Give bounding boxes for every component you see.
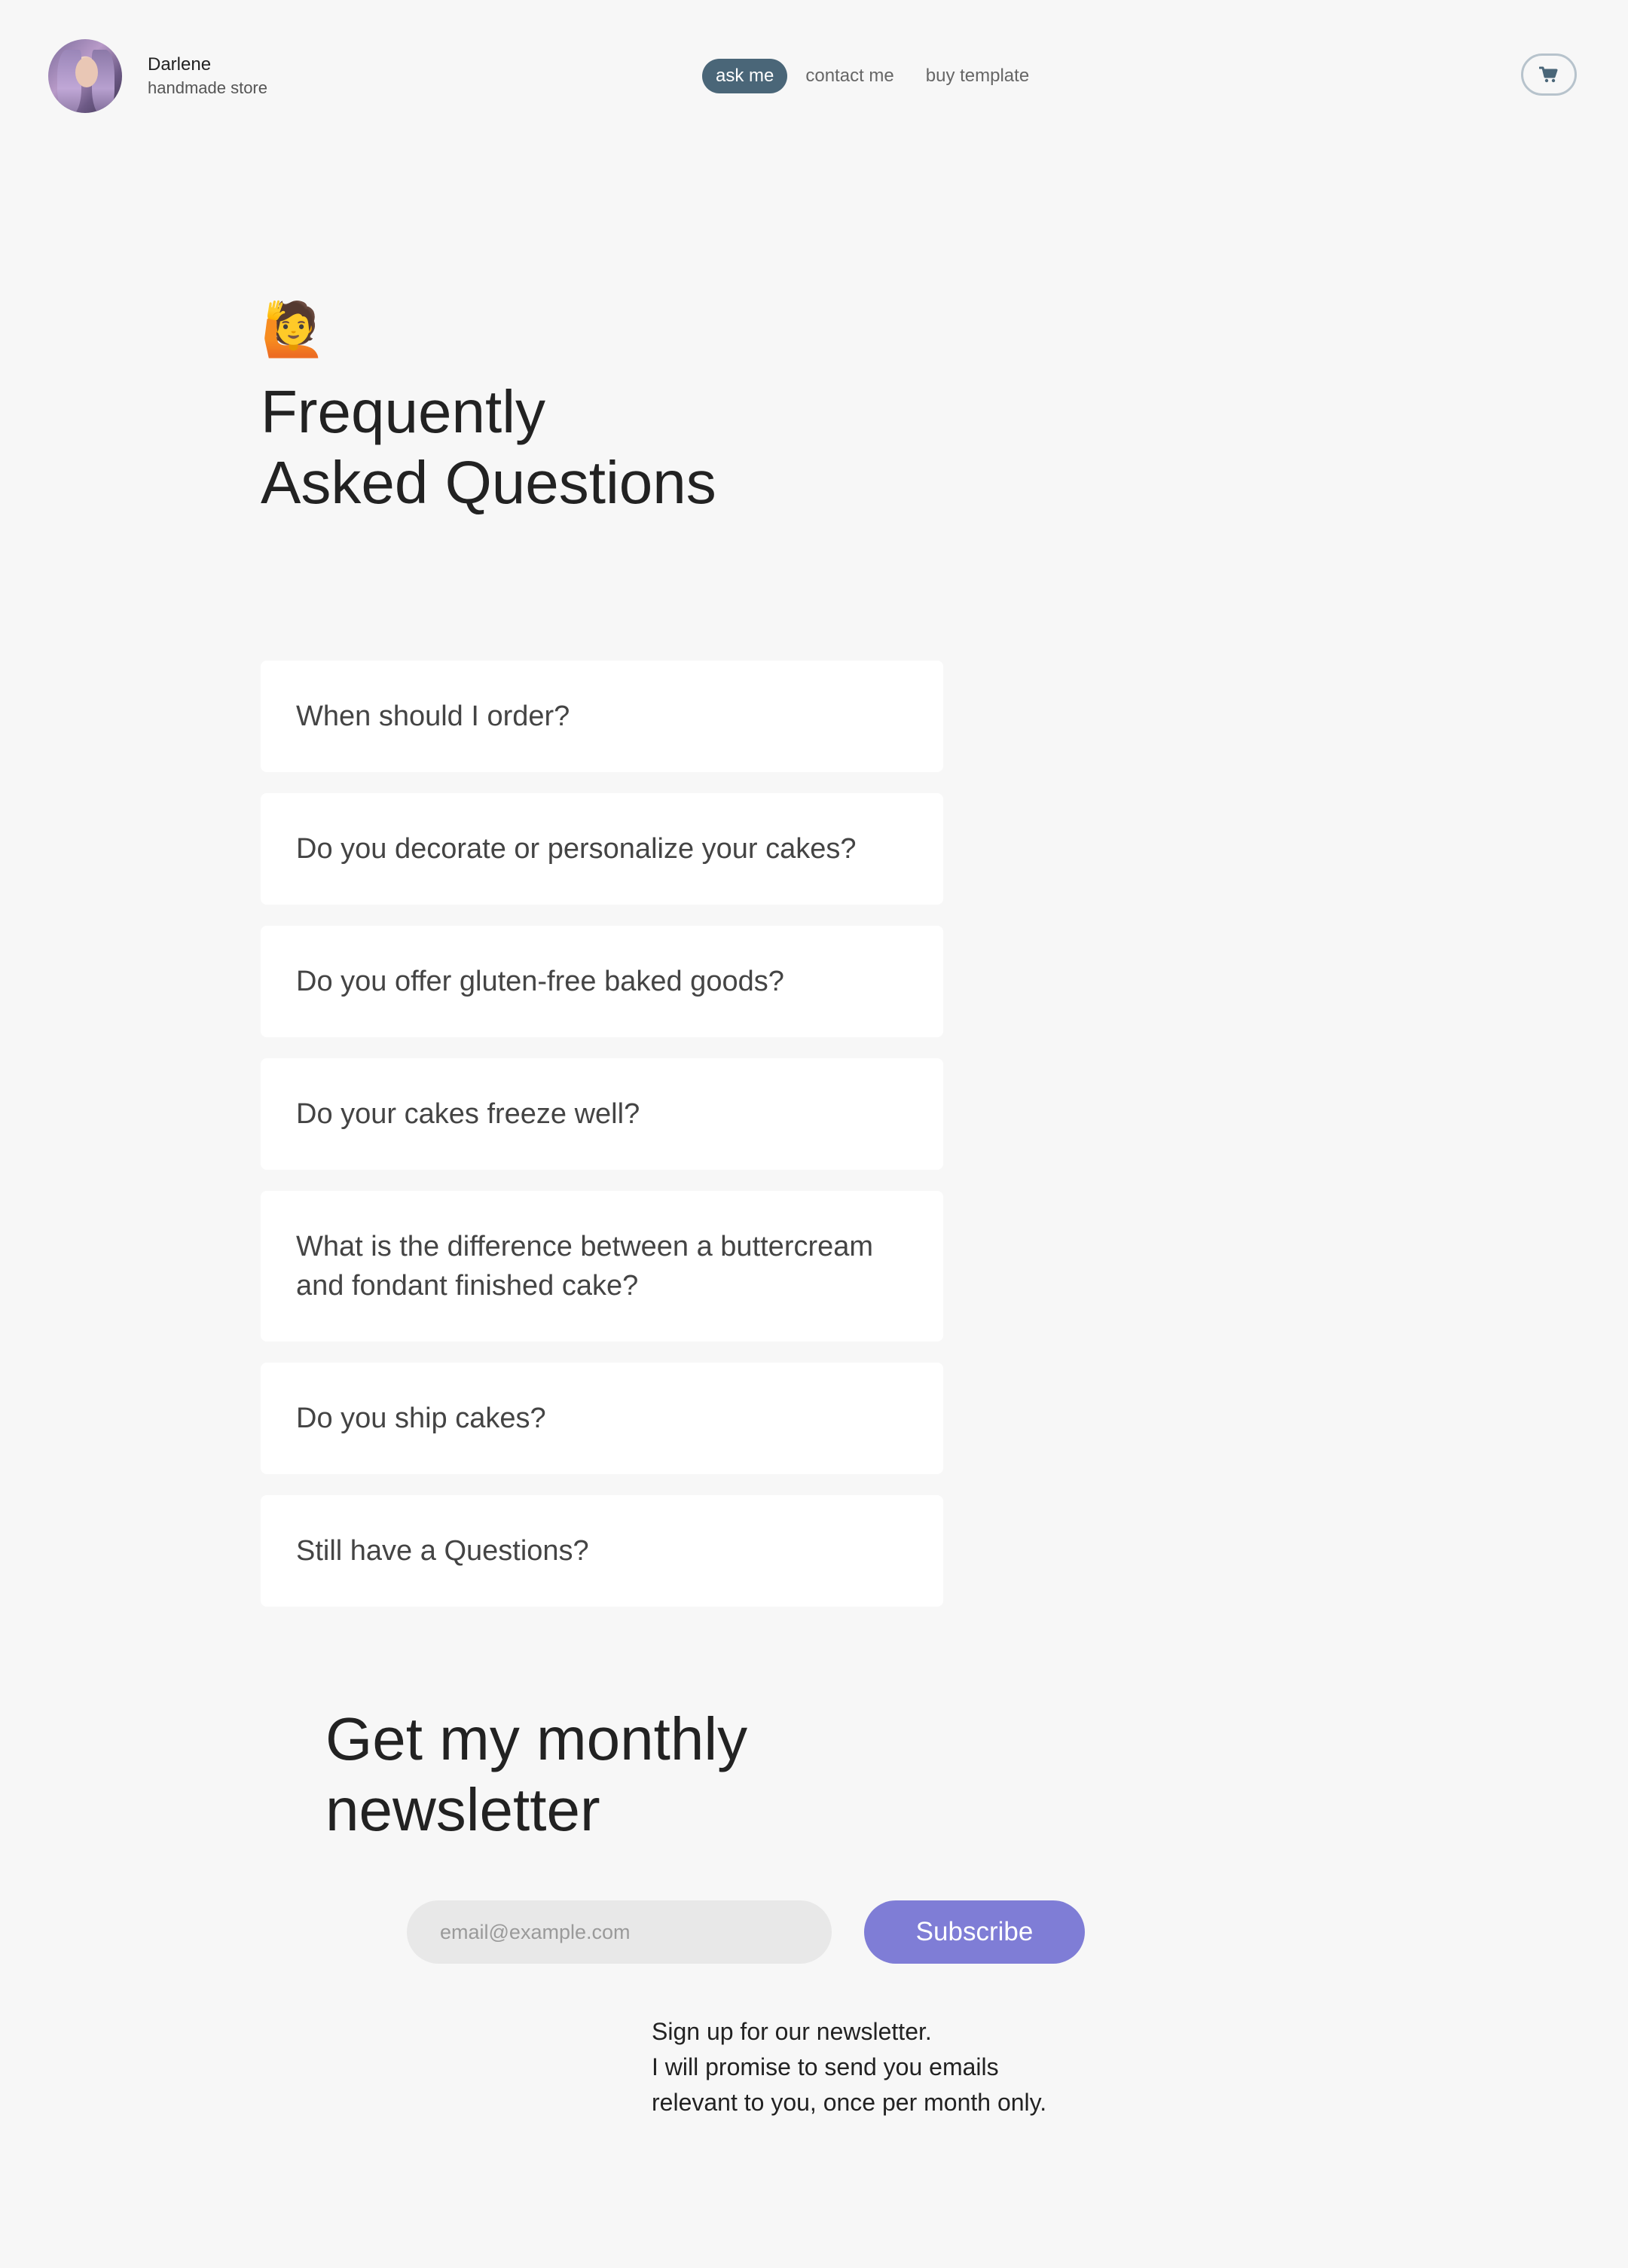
subscribe-button[interactable]: Subscribe [864, 1900, 1085, 1964]
faq-item[interactable]: What is the difference between a butterc… [261, 1191, 943, 1342]
newsletter-title: Get my monthly newsletter [325, 1704, 1003, 1845]
raising-hand-emoji: 🙋 [261, 300, 327, 359]
brand-text: Darlene handmade store [148, 56, 267, 96]
newsletter-description: Sign up for our newsletter. I will promi… [652, 2014, 1179, 2120]
newsletter-desc-line-2: I will promise to send you emails [652, 2053, 999, 2080]
email-field[interactable] [407, 1900, 832, 1964]
faq-list: When should I order? Do you decorate or … [261, 661, 943, 1628]
newsletter-title-line-2: newsletter [325, 1776, 600, 1843]
faq-item[interactable]: When should I order? [261, 661, 943, 772]
faq-item[interactable]: Do you decorate or personalize your cake… [261, 793, 943, 905]
faq-title-line-2: Asked Questions [261, 449, 716, 516]
nav-item-buy-template[interactable]: buy template [912, 59, 1043, 93]
nav-item-ask-me[interactable]: ask me [702, 59, 788, 93]
brand-subtitle: handmade store [148, 78, 267, 97]
cart-icon [1539, 66, 1558, 83]
avatar-face [75, 57, 98, 87]
faq-item[interactable]: Do your cakes freeze well? [261, 1058, 943, 1170]
faq-item[interactable]: Do you offer gluten-free baked goods? [261, 926, 943, 1037]
faq-title: Frequently Asked Questions [261, 377, 939, 518]
site-header: Darlene handmade store ask me contact me… [0, 0, 1628, 151]
faq-item[interactable]: Still have a Questions? [261, 1495, 943, 1607]
cart-button[interactable] [1521, 53, 1577, 96]
main-nav: ask me contact me buy template [702, 59, 1047, 93]
newsletter-desc-line-3: relevant to you, once per month only. [652, 2089, 1047, 2116]
newsletter-title-line-1: Get my monthly [325, 1705, 748, 1772]
nav-item-contact-me[interactable]: contact me [792, 59, 907, 93]
brand-name: Darlene [148, 54, 212, 75]
faq-item[interactable]: Do you ship cakes? [261, 1363, 943, 1474]
brand[interactable]: Darlene handmade store [48, 39, 267, 113]
faq-title-line-1: Frequently [261, 378, 545, 445]
avatar [48, 39, 122, 113]
newsletter-desc-line-1: Sign up for our newsletter. [652, 2018, 932, 2045]
